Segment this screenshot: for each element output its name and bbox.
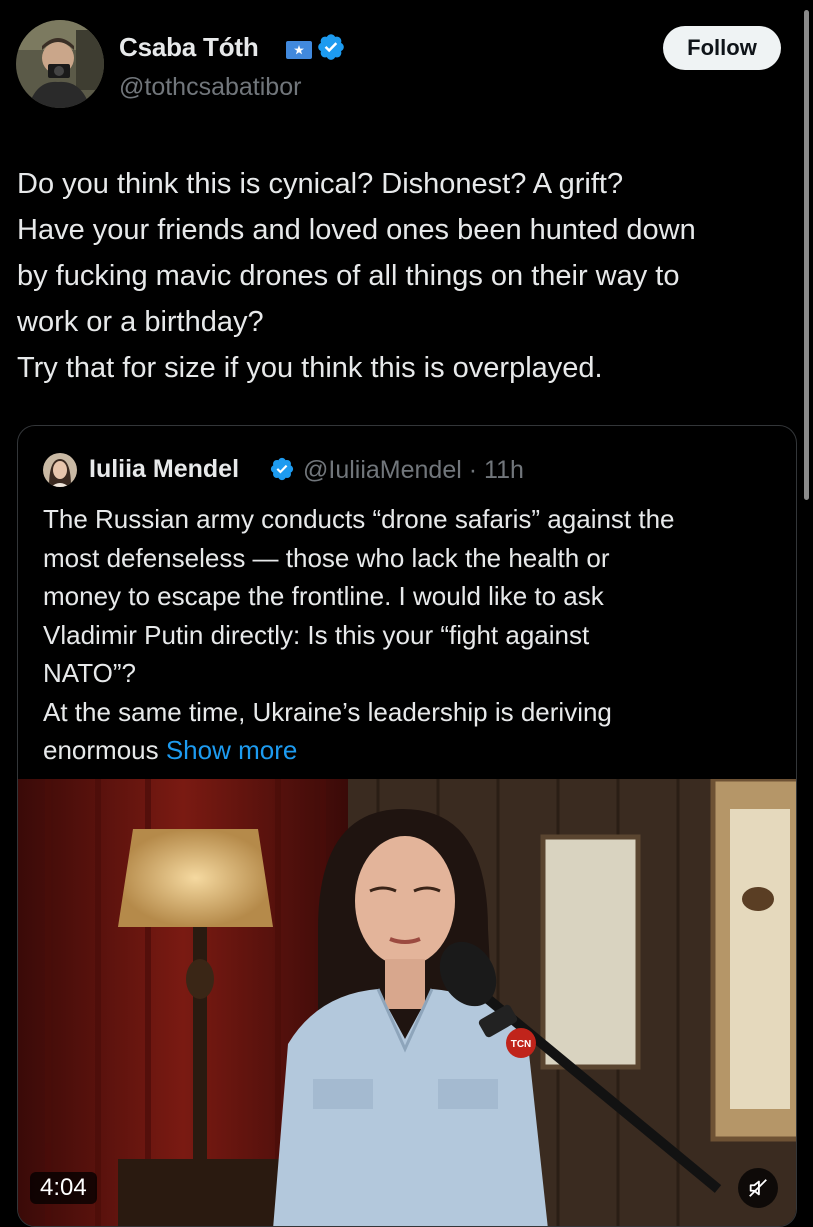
quoted-line: NATO”?: [43, 658, 136, 688]
quoted-line: At the same time, Ukraine’s leadership i…: [43, 696, 612, 727]
tweet-line: Have your friends and loved ones been hu…: [17, 214, 696, 246]
somalia-flag-icon: [286, 41, 312, 64]
quoted-author-handle[interactable]: @IuliiaMendel: [303, 456, 462, 484]
quoted-author-name[interactable]: Iuliia Mendel: [89, 455, 239, 484]
mute-toggle-icon[interactable]: [738, 1168, 778, 1208]
author-avatar[interactable]: [16, 20, 104, 108]
author-name[interactable]: Csaba Tóth: [119, 32, 259, 63]
quoted-line: Vladimir Putin directly: Is this your “f…: [43, 619, 590, 650]
quoted-timestamp[interactable]: · 11h: [469, 456, 524, 484]
video-player[interactable]: TCN: [18, 779, 796, 1226]
tweet-line: work or a birthday?: [17, 306, 264, 338]
tcn-logo-text: TCN: [511, 1039, 532, 1050]
quoted-line-last: enormous Show more: [43, 731, 788, 770]
quoted-author-avatar[interactable]: [43, 453, 77, 487]
tweet-header: Csaba Tóth @tothcsabatibor Follow: [16, 20, 786, 112]
quoted-line: The Russian army conducts “drone safaris…: [43, 504, 675, 534]
tweet-text: Do you think this is cynical? Dishonest?…: [17, 161, 807, 391]
video-thumbnail: TCN: [18, 779, 796, 1226]
author-handle[interactable]: @tothcsabatibor: [119, 73, 301, 102]
show-more-link[interactable]: Show more: [166, 735, 298, 765]
tweet-line: Do you think this is cynical? Dishonest?…: [17, 168, 624, 200]
quoted-line: money to escape the frontline. I would l…: [43, 581, 604, 611]
quoted-tweet[interactable]: Iuliia Mendel @IuliiaMendel · 11h The Ru…: [17, 425, 797, 1227]
verified-badge-icon[interactable]: [269, 456, 295, 487]
follow-button[interactable]: Follow: [663, 26, 781, 70]
tweet-line: Try that for size if you think this is o…: [17, 352, 603, 384]
quoted-line: most defenseless — those who lack the he…: [43, 542, 610, 573]
tweet-line: by fucking mavic drones of all things on…: [17, 260, 680, 292]
quoted-author-handle-time[interactable]: @IuliiaMendel · 11h: [303, 456, 524, 485]
quoted-line-prefix: enormous: [43, 735, 166, 765]
video-duration: 4:04: [30, 1172, 97, 1204]
quoted-tweet-text: The Russian army conducts “drone safaris…: [43, 500, 788, 770]
verified-badge-icon[interactable]: [316, 32, 346, 67]
